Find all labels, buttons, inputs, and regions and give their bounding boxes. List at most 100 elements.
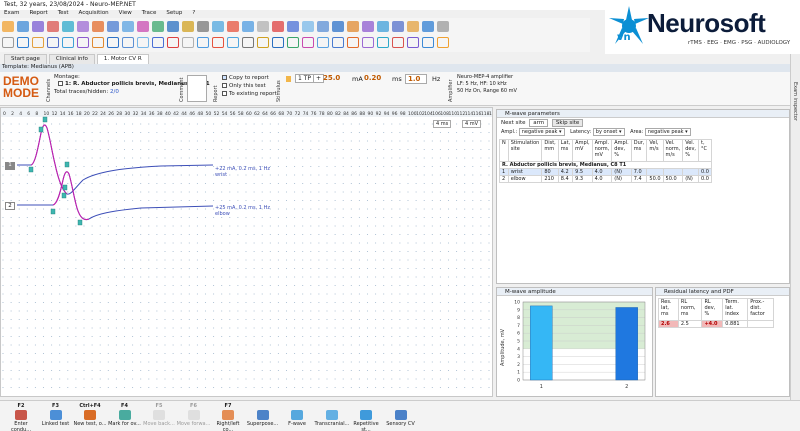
trace-2-waveform[interactable] [17, 171, 214, 221]
mwave-column-header[interactable]: Ampl. dev, % [611, 139, 632, 162]
toolbar-curve-icon[interactable] [167, 36, 179, 48]
toolbar-tool-icon[interactable] [242, 20, 254, 32]
function-button[interactable]: Sensory CV [384, 403, 418, 427]
area-select[interactable]: negative peak ▾ [644, 128, 691, 136]
toolbar-curve-icon[interactable] [32, 36, 44, 48]
menu-test[interactable]: Test [58, 10, 69, 18]
mwave-cell[interactable]: 4.0 [591, 168, 613, 176]
mwave-cell[interactable]: (N) [611, 168, 632, 176]
residual-column-header[interactable]: Res. lat, ms [658, 298, 679, 321]
trace-1-handle[interactable]: 1 [5, 162, 15, 170]
mwave-column-header[interactable]: Stimulation site [507, 139, 543, 162]
toolbar-curve-icon[interactable] [287, 36, 299, 48]
menu-view[interactable]: View [119, 10, 132, 18]
toolbar-curve-icon[interactable] [17, 36, 29, 48]
toolbar-curve-icon[interactable] [317, 36, 329, 48]
menu-trace[interactable]: Trace [142, 10, 157, 18]
tab-clinical-info[interactable]: Clinical info [48, 54, 95, 64]
to-existing-report-option[interactable]: To existing report [222, 90, 277, 98]
mwave-cell[interactable]: 50.0 [646, 175, 664, 183]
toolbar-curve-icon[interactable] [332, 36, 344, 48]
mwave-cell[interactable]: 8.4 [557, 175, 574, 183]
frequency-value[interactable]: 1.0 [405, 74, 427, 84]
toolbar-tool-icon[interactable] [302, 20, 314, 32]
only-this-test-option[interactable]: Only this test [222, 82, 277, 90]
waveform-plot[interactable]: 0 2 4 6 8 10 12 14 16 18 20 22 24 26 28 30 32 34 36 38 40 42 4… [0, 107, 493, 397]
mwave-cell[interactable] [646, 168, 664, 176]
function-button[interactable]: Transcranial... [315, 403, 349, 427]
toolbar-tool-icon[interactable] [407, 20, 419, 32]
latency-marker[interactable] [64, 161, 70, 168]
toolbar-curve-icon[interactable] [92, 36, 104, 48]
trace-2-handle[interactable]: 2 [5, 202, 15, 210]
mwave-cell[interactable]: 7.4 [630, 175, 648, 183]
function-button[interactable]: F2 Enter condu... [4, 403, 38, 431]
toolbar-tool-icon[interactable] [272, 20, 284, 32]
residual-column-header[interactable]: Prox.-dist. factor [747, 298, 774, 321]
latency-marker[interactable] [50, 208, 56, 215]
toolbar-tool-icon[interactable] [32, 20, 44, 32]
mwave-cell[interactable]: 0.0 [697, 168, 712, 176]
toolbar-tool-icon[interactable] [107, 20, 119, 32]
mwave-cell[interactable]: wrist [507, 168, 543, 176]
menu-acquisition[interactable]: Acquisition [79, 10, 109, 18]
latency-marker[interactable] [62, 184, 68, 191]
mwave-table-row[interactable]: 1 wrist 80 4.2 9.5 4.0 (N) 7.0 0.0 [499, 168, 712, 176]
toolbar-tool-icon[interactable] [2, 20, 14, 32]
mwave-column-header[interactable]: Ampl. norm, mV [591, 139, 613, 162]
toolbar-curve-icon[interactable] [47, 36, 59, 48]
toolbar-tool-icon[interactable] [227, 20, 239, 32]
residual-cell[interactable]: 2.6 [658, 320, 679, 328]
mwave-column-header[interactable]: Vel. norm, m/s [662, 139, 684, 162]
mwave-cell[interactable]: 7.0 [630, 168, 648, 176]
residual-table-row[interactable]: 2.6 2.5 +4.0 0.881 [658, 320, 774, 328]
toolbar-tool-icon[interactable] [167, 20, 179, 32]
mwave-cell[interactable]: 210 [541, 175, 559, 183]
residual-column-header[interactable]: Term. lat. index [722, 298, 749, 321]
toolbar-tool-icon[interactable] [197, 20, 209, 32]
current-value[interactable]: 25.0 [323, 74, 340, 82]
toolbar-curve-icon[interactable] [122, 36, 134, 48]
montage-checkbox[interactable] [58, 81, 63, 86]
toolbar-curve-icon[interactable] [107, 36, 119, 48]
mwave-cell[interactable]: 2 [499, 175, 509, 183]
residual-cell[interactable]: 0.881 [722, 320, 749, 328]
toolbar-tool-icon[interactable] [362, 20, 374, 32]
toolbar-tool-icon[interactable] [257, 20, 269, 32]
mwave-cell[interactable] [682, 168, 699, 176]
duration-value[interactable]: 0.20 [364, 74, 381, 82]
toolbar-tool-icon[interactable] [332, 20, 344, 32]
toolbar-curve-icon[interactable] [407, 36, 419, 48]
toolbar-tool-icon[interactable] [317, 20, 329, 32]
residual-column-header[interactable]: RL norm, ms [677, 298, 703, 321]
function-button[interactable]: F-wave [280, 403, 314, 427]
toolbar-tool-icon[interactable] [47, 20, 59, 32]
menu-exam[interactable]: Exam [4, 10, 19, 18]
mwave-column-header[interactable]: N [499, 139, 509, 162]
toolbar-tool-icon[interactable] [392, 20, 404, 32]
latency-marker[interactable] [42, 116, 48, 123]
residual-cell[interactable]: +4.0 [701, 320, 724, 328]
toolbar-curve-icon[interactable] [302, 36, 314, 48]
mwave-column-header[interactable]: Vel. dev, % [682, 139, 699, 162]
mwave-column-header[interactable]: Ampl, mV [572, 139, 593, 162]
latency-marker[interactable] [38, 126, 44, 133]
mwave-cell[interactable]: elbow [507, 175, 543, 183]
trace-1-waveform[interactable] [17, 124, 214, 195]
toolbar-curve-icon[interactable] [392, 36, 404, 48]
residual-cell[interactable] [747, 320, 774, 328]
toolbar-curve-icon[interactable] [257, 36, 269, 48]
toolbar-curve-icon[interactable] [347, 36, 359, 48]
channels-label[interactable]: Channels [46, 76, 52, 102]
toolbar-curve-icon[interactable] [227, 36, 239, 48]
toolbar-tool-icon[interactable] [152, 20, 164, 32]
next-site-input[interactable]: arm [529, 119, 549, 127]
mwave-cell[interactable]: 50.0 [662, 175, 684, 183]
function-button[interactable]: F3 Linked test [39, 403, 73, 427]
toolbar-tool-icon[interactable] [287, 20, 299, 32]
mwave-cell[interactable]: (N) [682, 175, 699, 183]
mwave-cell[interactable]: 9.5 [572, 168, 593, 176]
waveform-canvas[interactable]: 0 2 4 6 8 10 12 14 16 18 20 22 24 26 28 30 32 34 36 38 40 42 4… [1, 108, 492, 396]
copy-to-report-option[interactable]: Copy to report [222, 74, 277, 82]
toolbar-curve-icon[interactable] [182, 36, 194, 48]
